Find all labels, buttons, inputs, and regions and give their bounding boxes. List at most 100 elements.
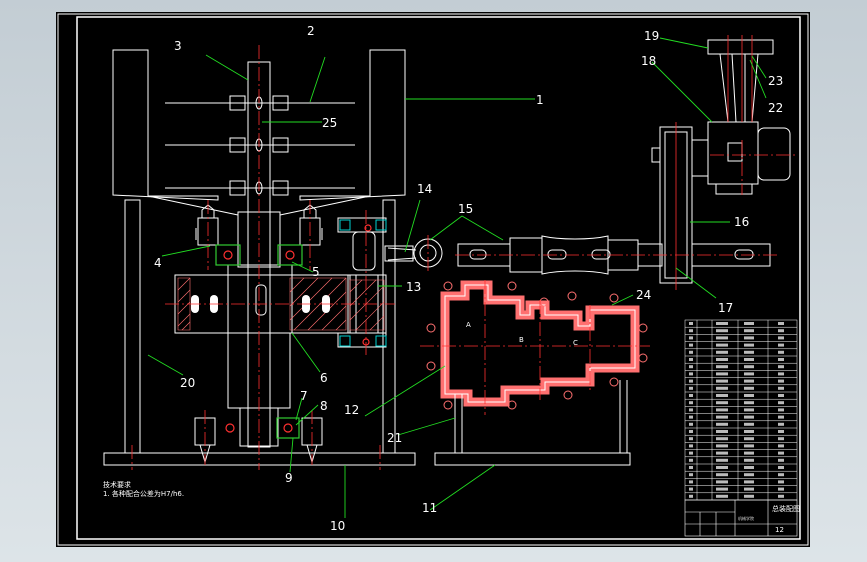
label-part-4: 4 xyxy=(154,256,162,270)
housing-section xyxy=(426,280,648,466)
parts-table-cell-mark xyxy=(744,379,754,383)
label-part-20: 20 xyxy=(180,376,195,390)
parts-table-cell-mark xyxy=(778,437,784,441)
parts-table-cell-mark xyxy=(778,394,784,397)
parts-table-cell-mark xyxy=(689,379,693,383)
parts-table-cell-mark xyxy=(744,473,754,477)
notes-title: 技术要求 xyxy=(103,480,131,489)
drawing-sheet[interactable]: 1 2 3 4 5 6 7 8 9 10 11 12 13 14 15 16 1… xyxy=(56,12,810,547)
parts-table-cell-mark xyxy=(778,372,784,376)
parts-table-cell-mark xyxy=(689,322,693,325)
parts-table-cell-mark xyxy=(689,408,693,412)
parts-table-cell-mark xyxy=(744,480,754,484)
parts-table-cell-mark xyxy=(689,451,693,455)
parts-table-cell-mark xyxy=(744,358,754,361)
parts-table-cell-mark xyxy=(778,350,784,354)
label-cavity-b: B xyxy=(519,336,524,344)
parts-table-cell-mark xyxy=(689,386,693,390)
parts-table-cell-mark xyxy=(689,444,693,448)
parts-table-cell-mark xyxy=(689,415,693,419)
parts-table-cell-mark xyxy=(689,401,693,405)
label-cavity-c: C xyxy=(573,339,578,347)
parts-table-cell-mark xyxy=(744,343,754,347)
parts-table-cell-mark xyxy=(716,379,728,383)
parts-table-cell-mark xyxy=(716,466,728,469)
parts-table-cell-mark xyxy=(744,422,754,426)
parts-table-cell-mark xyxy=(689,458,693,462)
parts-table-cell-mark xyxy=(689,422,693,426)
parts-table-cell-mark xyxy=(716,350,728,354)
parts-table-cell-mark xyxy=(744,451,754,455)
label-part-18: 18 xyxy=(641,54,656,68)
parts-table-cell-mark xyxy=(716,458,728,462)
cad-viewport[interactable]: 1 2 3 4 5 6 7 8 9 10 11 12 13 14 15 16 1… xyxy=(0,0,867,562)
parts-table-cell-mark xyxy=(716,365,728,369)
frame-post-left xyxy=(124,199,141,454)
parts-table-cell-mark xyxy=(778,466,784,469)
label-part-24: 24 xyxy=(636,288,651,302)
label-part-21: 21 xyxy=(387,431,402,445)
label-part-23: 23 xyxy=(768,74,783,88)
parts-table-cell-mark xyxy=(744,430,754,433)
parts-table-cell-mark xyxy=(778,444,784,448)
parts-table-cell-mark xyxy=(689,336,693,340)
parts-table-cell-mark xyxy=(744,394,754,397)
label-part-14: 14 xyxy=(417,182,432,196)
label-part-10: 10 xyxy=(330,519,345,533)
base-plate-right xyxy=(434,452,631,466)
label-part-6: 6 xyxy=(320,371,328,385)
label-part-16: 16 xyxy=(734,215,749,229)
parts-table-cell-mark xyxy=(716,329,728,333)
parts-table-cell-mark xyxy=(744,336,754,340)
parts-table-cell-mark xyxy=(689,343,693,347)
hopper-left-wall xyxy=(112,49,219,201)
parts-table-cell-mark xyxy=(716,386,728,390)
parts-table-cell-mark xyxy=(716,451,728,455)
parts-table-cell-mark xyxy=(716,415,728,419)
label-part-12: 12 xyxy=(344,403,359,417)
parts-table-cell-mark xyxy=(744,494,754,498)
parts-table-cell-mark xyxy=(778,343,784,347)
parts-table-cell-mark xyxy=(744,458,754,462)
parts-table-cell-mark xyxy=(778,358,784,361)
parts-table-cell-mark xyxy=(778,365,784,369)
parts-table-cell-mark xyxy=(778,430,784,433)
parts-table-cell-mark xyxy=(716,336,728,340)
parts-table-cell-mark xyxy=(744,487,754,491)
label-part-15: 15 xyxy=(458,202,473,216)
label-part-17: 17 xyxy=(718,301,733,315)
parts-table-cell-mark xyxy=(778,480,784,484)
parts-table-cell-mark xyxy=(744,466,754,469)
parts-table-cell-mark xyxy=(689,350,693,354)
parts-table-cell-mark xyxy=(716,473,728,477)
parts-list-table xyxy=(684,319,798,501)
label-part-9: 9 xyxy=(285,471,293,485)
parts-table-cell-mark xyxy=(744,401,754,405)
parts-table-cell-mark xyxy=(689,358,693,361)
coupling xyxy=(387,238,443,268)
parts-table-cell-mark xyxy=(689,466,693,469)
label-cavity-a: A xyxy=(466,321,471,329)
parts-table-cell-mark xyxy=(716,437,728,441)
parts-table-cell-mark xyxy=(778,451,784,455)
parts-table-cell-mark xyxy=(716,372,728,376)
parts-table-cell-mark xyxy=(778,336,784,340)
parts-table-cell-mark xyxy=(716,487,728,491)
parts-table-cell-mark xyxy=(744,350,754,354)
parts-table-cell-mark xyxy=(778,494,784,498)
label-part-22: 22 xyxy=(768,101,783,115)
parts-table-cell-mark xyxy=(744,437,754,441)
parts-table-cell-mark xyxy=(778,473,784,477)
parts-table-cell-mark xyxy=(744,415,754,419)
parts-table-cell-mark xyxy=(689,494,693,498)
parts-table-cell-mark xyxy=(778,458,784,462)
parts-table-cell-mark xyxy=(778,408,784,412)
base-plate-left xyxy=(103,452,416,466)
title-sheet-no: 12 xyxy=(775,526,784,534)
notes-line-1: 1. 各种配合公差为H7/h6. xyxy=(103,489,184,498)
parts-table-cell-mark xyxy=(744,372,754,376)
assembly-drawing: 1 2 3 4 5 6 7 8 9 10 11 12 13 14 15 16 1… xyxy=(57,13,809,546)
parts-table-cell-mark xyxy=(716,401,728,405)
technical-notes: 技术要求 1. 各种配合公差为H7/h6. xyxy=(103,480,184,498)
parts-table-cell-mark xyxy=(778,422,784,426)
